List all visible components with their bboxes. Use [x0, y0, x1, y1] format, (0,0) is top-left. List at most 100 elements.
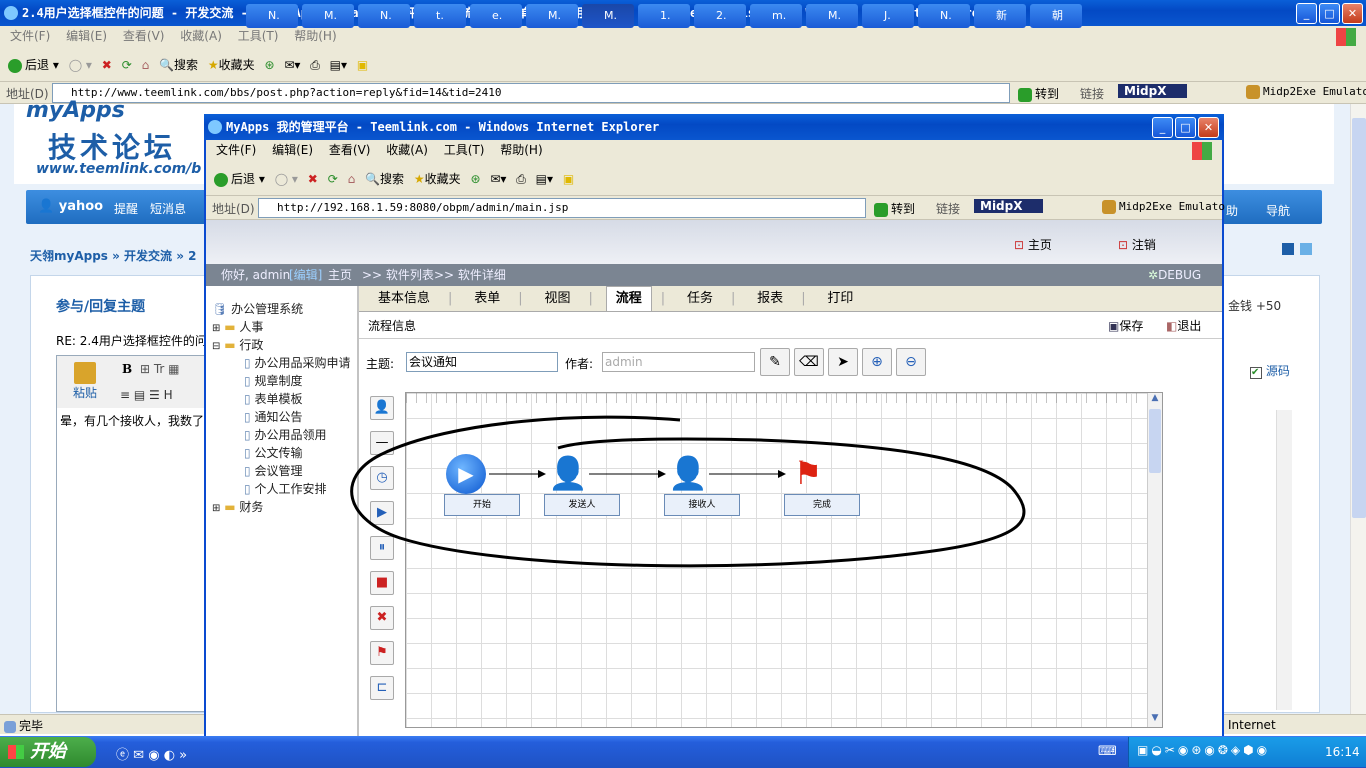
inner-back-button[interactable]: 后退 ▾	[214, 166, 265, 192]
inner-go-button[interactable]: 转到	[874, 200, 915, 217]
keyboard-icon[interactable]: ⌨	[1098, 744, 1117, 759]
tree-leaf-rules[interactable]: ▯ 规章制度	[244, 372, 302, 389]
outer-url-input[interactable]: http://www.teemlink.com/bbs/post.php?act…	[52, 83, 1010, 103]
inner-search-button[interactable]: 🔍搜索	[365, 166, 404, 192]
task-item-5[interactable]: e.	[470, 4, 522, 28]
outer-home-icon[interactable]: ⌂	[142, 52, 150, 78]
tree-leaf-purchase[interactable]: ▯ 办公用品采购申请	[244, 354, 350, 371]
outer-menu-view[interactable]: 查看(V)	[117, 26, 171, 46]
tab-tasks[interactable]: 任务	[678, 287, 722, 311]
outer-back-button[interactable]: 后退 ▾	[8, 52, 59, 78]
task-item-6[interactable]: M.	[526, 4, 578, 28]
task-item-14[interactable]: 新	[974, 4, 1026, 28]
outer-maximize-button[interactable]: □	[1319, 3, 1340, 24]
task-item-4[interactable]: t.	[414, 4, 466, 28]
app-crumb-detail[interactable]: >> 软件详细	[434, 264, 506, 286]
tree-root[interactable]: 🛢 办公管理系统	[212, 300, 303, 317]
ql-media-icon[interactable]: ◐	[164, 748, 175, 763]
forum-source-checkbox[interactable]: ✔ 源码	[1250, 362, 1290, 379]
outer-print-icon[interactable]: ⎙	[310, 52, 320, 78]
ql-firefox-icon[interactable]: ◉	[148, 748, 159, 763]
inner-home-icon[interactable]: ⌂	[348, 166, 356, 192]
forum-nav-remind[interactable]: 提醒	[114, 200, 138, 217]
inner-title-bar[interactable]: MyApps 我的管理平台 - Teemlink.com - Windows I…	[204, 114, 1224, 140]
task-item-12[interactable]: J.	[862, 4, 914, 28]
outer-search-button[interactable]: 🔍搜索	[159, 52, 198, 78]
outer-menu-favorites[interactable]: 收藏(A)	[174, 26, 228, 46]
inner-maximize-button[interactable]: □	[1175, 117, 1196, 138]
inner-menu-view[interactable]: 查看(V)	[323, 140, 377, 160]
inner-minimize-button[interactable]: _	[1152, 117, 1173, 138]
inner-close-button[interactable]: ✕	[1198, 117, 1219, 138]
task-item-13[interactable]: N.	[918, 4, 970, 28]
tree-leaf-schedule[interactable]: ▯ 个人工作安排	[244, 480, 326, 497]
inner-forward-button[interactable]: ◯ ▾	[275, 166, 298, 192]
inner-menu-favorites[interactable]: 收藏(A)	[380, 140, 434, 160]
outer-links-label[interactable]: 链接	[1080, 85, 1104, 102]
outer-menu-file[interactable]: 文件(F)	[4, 26, 56, 46]
scroll-thumb[interactable]	[1352, 118, 1366, 518]
inner-edit-icon[interactable]: ▤▾	[536, 166, 553, 192]
outer-refresh-icon[interactable]: ⟳	[122, 52, 132, 78]
task-item-3[interactable]: N.	[358, 4, 410, 28]
canvas-scroll-thumb[interactable]	[1149, 409, 1161, 473]
forum-style-squares[interactable]	[1282, 243, 1312, 255]
outer-stop-icon[interactable]: ✖	[102, 52, 112, 78]
inner-links-label[interactable]: 链接	[936, 200, 960, 217]
ql-ie-icon[interactable]: ⓔ	[116, 748, 129, 763]
forum-nav-navigation[interactable]: 导航	[1266, 202, 1290, 219]
task-item-8[interactable]: 1.	[638, 4, 690, 28]
flow-save-button[interactable]: ▣保存	[1108, 317, 1143, 334]
tree-node-admin[interactable]: ⊟ ▬ 行政	[212, 336, 263, 353]
app-home-link[interactable]: ⊡ 主页	[1014, 236, 1052, 253]
inner-stop-icon[interactable]: ✖	[308, 166, 318, 192]
outer-go-button[interactable]: 转到	[1018, 85, 1059, 102]
tab-print[interactable]: 打印	[818, 287, 862, 311]
outer-menu-tools[interactable]: 工具(T)	[232, 26, 285, 46]
app-logout-link[interactable]: ⊡ 注销	[1118, 236, 1156, 253]
inner-midpx-button[interactable]: MidpX	[974, 199, 1043, 213]
task-item-11[interactable]: M.	[806, 4, 858, 28]
palette-flag-icon[interactable]: ⚑	[370, 641, 394, 665]
inner-menu-tools[interactable]: 工具(T)	[438, 140, 491, 160]
outer-midp2exe-button[interactable]: Midp2Exe Emulato	[1246, 85, 1366, 99]
forum-format-icons[interactable]: ⊞ Tr ▦	[140, 362, 180, 376]
task-item-9[interactable]: 2.	[694, 4, 746, 28]
outer-midpx-button[interactable]: MidpX	[1118, 84, 1187, 98]
outer-close-button[interactable]: ✕	[1342, 3, 1363, 24]
inner-refresh-icon[interactable]: ⟳	[328, 166, 338, 192]
app-debug[interactable]: ✲DEBUG	[1148, 264, 1201, 286]
outer-note-icon[interactable]: ▣	[357, 52, 368, 78]
forum-paste-button[interactable]: 粘贴	[68, 362, 102, 401]
inner-history-icon[interactable]: ⊛	[470, 166, 480, 192]
tree-leaf-meetings[interactable]: ▯ 会议管理	[244, 462, 302, 479]
tab-views[interactable]: 视图	[535, 287, 579, 311]
inner-url-input[interactable]: http://192.168.1.59:8080/obpm/admin/main…	[258, 198, 866, 218]
tree-leaf-supplies[interactable]: ▯ 办公用品领用	[244, 426, 326, 443]
forum-align-icons[interactable]: ≡ ▤ ☰ H	[120, 388, 173, 402]
forum-body-text[interactable]: 晕，有几个接收人，我数了	[60, 412, 204, 429]
outer-mail-icon[interactable]: ✉▾	[284, 52, 300, 78]
inner-mail-icon[interactable]: ✉▾	[490, 166, 506, 192]
forum-nav-user[interactable]: 👤 yahoo	[38, 199, 103, 214]
tray-icons[interactable]: ▣◒✂◉⊛◉❂◈⬢◉	[1137, 743, 1270, 757]
zoom-in-icon[interactable]: ⊕	[862, 348, 892, 376]
task-item-10[interactable]: m.	[750, 4, 802, 28]
task-item-1[interactable]: N.	[246, 4, 298, 28]
tab-flows[interactable]: 流程	[605, 286, 652, 311]
edit-pencil-icon[interactable]: ✎	[760, 348, 790, 376]
task-item-15[interactable]: 朝	[1030, 4, 1082, 28]
forum-breadcrumb[interactable]: 天翎myApps » 开发交流 » 2	[30, 247, 197, 264]
task-item-7[interactable]: M.	[582, 4, 634, 28]
forum-nav-help[interactable]: 助	[1226, 202, 1238, 219]
canvas-scroll-down[interactable]: ▼	[1148, 713, 1162, 727]
zoom-out-icon[interactable]: ⊖	[896, 348, 926, 376]
app-crumb-list[interactable]: >> 软件列表	[362, 264, 434, 286]
tree-leaf-documents[interactable]: ▯ 公文传输	[244, 444, 302, 461]
palette-cancel-icon[interactable]: ✖	[370, 606, 394, 630]
inner-menu-edit[interactable]: 编辑(E)	[266, 140, 319, 160]
tree-node-finance[interactable]: ⊞ ▬ 财务	[212, 498, 263, 515]
tab-forms[interactable]: 表单	[465, 287, 509, 311]
outer-favorites-button[interactable]: ★收藏夹	[208, 52, 255, 78]
inner-menu-help[interactable]: 帮助(H)	[494, 140, 548, 160]
